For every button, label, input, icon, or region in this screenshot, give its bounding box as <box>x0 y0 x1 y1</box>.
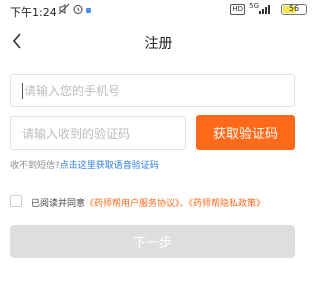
agreement-checkbox[interactable] <box>10 195 22 207</box>
signal-icon <box>259 4 273 14</box>
nav-bar: 注册 <box>0 22 317 62</box>
hd-badge: HD <box>230 4 245 15</box>
privacy-policy-link[interactable]: 《药师帮隐私政策》 <box>189 199 266 209</box>
mute-icon <box>58 3 70 18</box>
phone-input[interactable]: 请输入您的手机号 <box>10 74 295 107</box>
notification-icon <box>86 8 91 13</box>
agreement-text: 已阅读并同意《药师帮用户服务协议》、《药师帮隐私政策》 <box>31 196 265 209</box>
voice-prompt: 收不到短信? <box>10 161 60 171</box>
text-cursor <box>22 82 23 99</box>
user-agreement-link[interactable]: 《药师帮用户服务协议》 <box>85 199 180 209</box>
network-type: 5G <box>249 2 259 10</box>
code-input[interactable]: 请输入收到的验证码 <box>10 116 186 150</box>
battery-icon: 56 <box>281 4 307 15</box>
status-bar: 下午1:24 HD 5G 56 <box>0 0 317 22</box>
status-time: 下午1:24 <box>10 6 57 19</box>
page-title: 注册 <box>144 36 173 52</box>
code-placeholder: 请输入收到的验证码 <box>22 126 131 141</box>
alarm-icon <box>72 3 84 18</box>
agreement-separator: 、 <box>179 199 189 209</box>
phone-placeholder: 请输入您的手机号 <box>24 84 121 98</box>
battery-level: 56 <box>288 4 300 13</box>
voice-code-link[interactable]: 点击这里获取语音验证码 <box>60 161 159 171</box>
next-button[interactable]: 下一步 <box>10 225 295 258</box>
get-code-button[interactable]: 获取验证码 <box>196 115 295 150</box>
voice-code-line: 收不到短信?点击这里获取语音验证码 <box>10 158 159 171</box>
agreement-prefix: 已阅读并同意 <box>31 199 86 209</box>
